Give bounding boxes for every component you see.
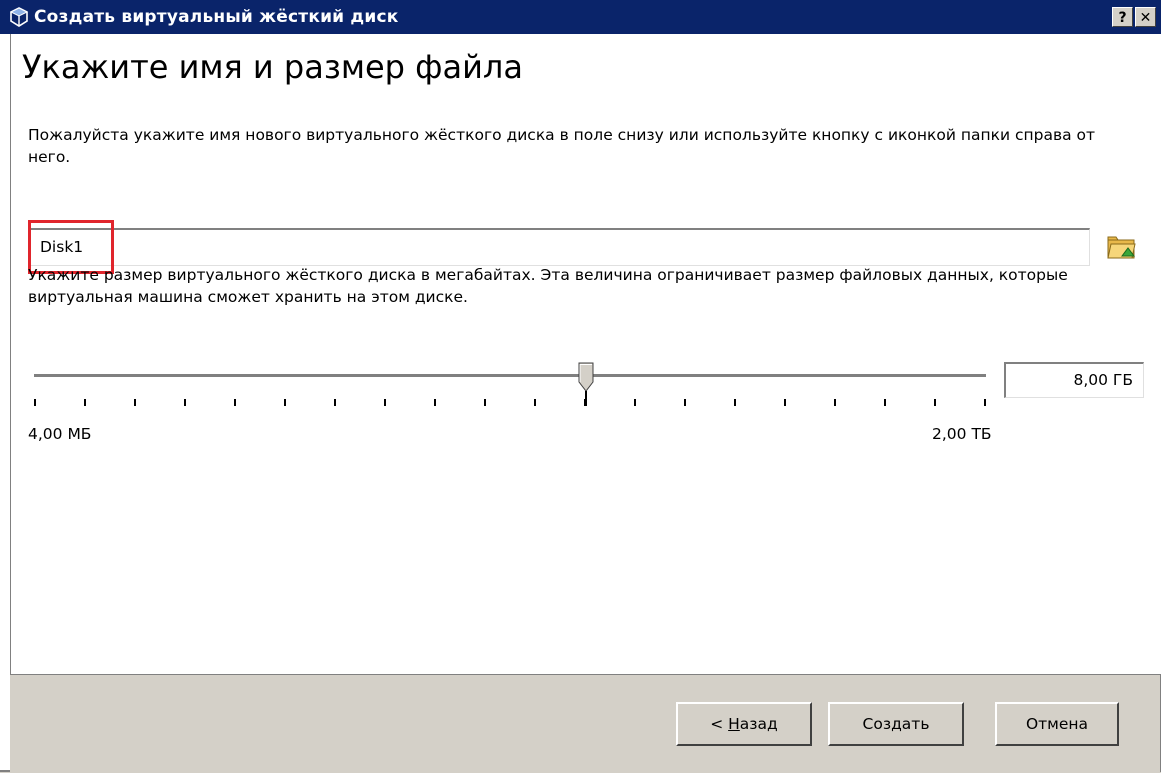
virtualbox-icon: [9, 7, 29, 27]
slider-tick: [784, 399, 786, 406]
size-value-field[interactable]: 8,00 ГБ: [1004, 362, 1144, 398]
slider-tick: [134, 399, 136, 406]
size-instruction-text: Укажите размер виртуального жёсткого дис…: [28, 266, 1068, 306]
slider-tick: [384, 399, 386, 406]
slider-tick: [34, 399, 36, 406]
back-button[interactable]: < Назад: [676, 702, 812, 746]
create-button[interactable]: Создать: [828, 702, 964, 746]
page-title: Укажите имя и размер файла: [22, 48, 523, 86]
back-button-mnemonic: Н: [728, 715, 740, 733]
slider-tick: [284, 399, 286, 406]
slider-tick: [634, 399, 636, 406]
button-bar: [10, 674, 1160, 773]
slider-thumb[interactable]: [578, 362, 594, 392]
name-instruction-text: Пожалуйста укажите имя нового виртуально…: [28, 126, 1096, 166]
slider-tick: [484, 399, 486, 406]
slider-min-label: 4,00 МБ: [28, 425, 92, 443]
back-button-rest: азад: [739, 715, 778, 733]
help-button[interactable]: ?: [1112, 7, 1133, 27]
slider-tick: [534, 399, 536, 406]
slider-tick: [984, 399, 986, 406]
slider-tick: [234, 399, 236, 406]
back-button-prefix: <: [710, 715, 729, 733]
slider-tick: [934, 399, 936, 406]
slider-current-tick: [585, 391, 588, 406]
slider-tick: [684, 399, 686, 406]
slider-max-label: 2,00 ТБ: [932, 425, 992, 443]
title-bar[interactable]: Создать виртуальный жёсткий диск ? ✕: [0, 0, 1161, 34]
slider-tick: [834, 399, 836, 406]
folder-open-icon[interactable]: [1102, 232, 1142, 264]
window-title: Создать виртуальный жёсткий диск: [34, 7, 399, 27]
close-button[interactable]: ✕: [1135, 7, 1156, 27]
size-slider[interactable]: [34, 374, 986, 378]
slider-tick: [734, 399, 736, 406]
slider-tick: [434, 399, 436, 406]
slider-ticks: [34, 391, 986, 409]
slider-tick: [84, 399, 86, 406]
disk-name-input[interactable]: Disk1: [28, 228, 1090, 266]
slider-tick: [884, 399, 886, 406]
slider-tick: [184, 399, 186, 406]
slider-tick: [334, 399, 336, 406]
cancel-button[interactable]: Отмена: [995, 702, 1119, 746]
create-virtual-disk-dialog: Создать виртуальный жёсткий диск ? ✕ Ука…: [0, 0, 1161, 773]
